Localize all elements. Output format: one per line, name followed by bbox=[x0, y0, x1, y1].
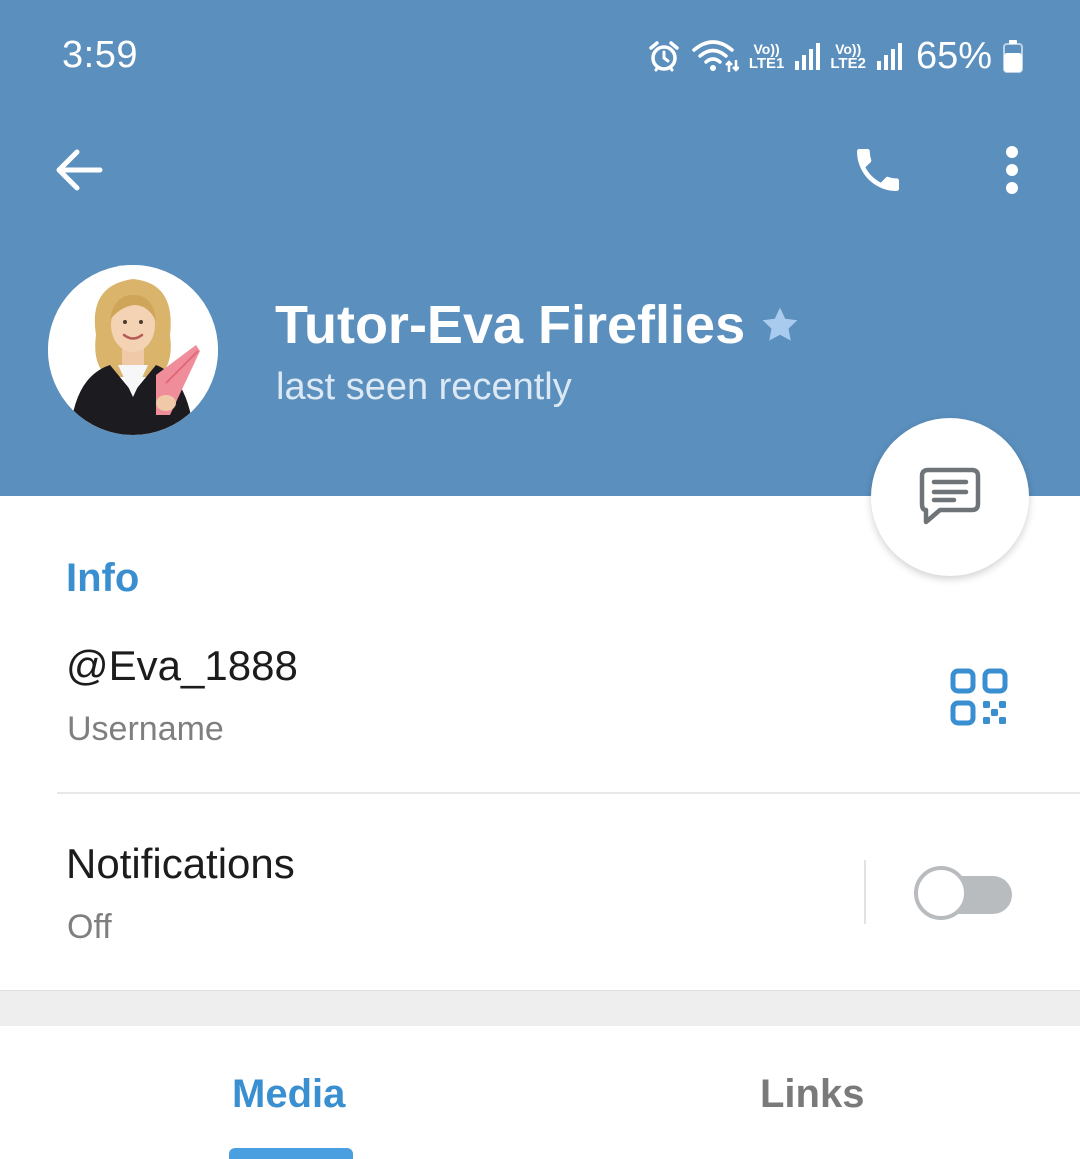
toggle-thumb bbox=[914, 866, 968, 920]
notifications-toggle[interactable] bbox=[914, 866, 1012, 920]
tab-media[interactable]: Media bbox=[232, 1072, 345, 1117]
qr-code-icon bbox=[950, 668, 1008, 726]
username-label: Username bbox=[67, 710, 224, 748]
alarm-icon bbox=[647, 39, 681, 73]
battery-icon bbox=[1002, 39, 1024, 73]
shared-media-tabs: Media Links bbox=[0, 1026, 1080, 1159]
back-arrow-icon bbox=[56, 149, 103, 191]
more-options-button[interactable] bbox=[990, 138, 1034, 202]
notifications-label[interactable]: Notifications bbox=[66, 840, 295, 888]
send-message-button[interactable] bbox=[871, 418, 1029, 576]
status-bar-icons: Vo)) LTE1 Vo)) LTE2 65% bbox=[637, 32, 1024, 80]
volte-sim1-icon: Vo)) LTE1 bbox=[748, 40, 785, 72]
username-value[interactable]: @Eva_1888 bbox=[66, 642, 298, 690]
star-icon[interactable] bbox=[759, 305, 801, 345]
volte-sim2-icon: Vo)) LTE2 bbox=[830, 40, 866, 72]
back-button[interactable] bbox=[48, 140, 108, 200]
avatar-photo bbox=[48, 265, 218, 435]
status-time: 3:59 bbox=[62, 34, 138, 76]
info-section-heading: Info bbox=[66, 556, 140, 600]
profile-name-row: Tutor-Eva Fireflies bbox=[275, 294, 801, 356]
row-divider bbox=[57, 792, 1080, 794]
signal-sim1-icon bbox=[794, 41, 821, 71]
active-tab-indicator bbox=[229, 1148, 353, 1159]
vertical-divider bbox=[864, 860, 866, 924]
wifi-icon bbox=[691, 38, 739, 74]
last-seen-status: last seen recently bbox=[276, 366, 572, 408]
battery-percent: 65% bbox=[915, 34, 992, 77]
avatar[interactable] bbox=[48, 265, 218, 435]
call-button[interactable] bbox=[846, 138, 910, 202]
phone-icon bbox=[857, 149, 899, 191]
profile-name: Tutor-Eva Fireflies bbox=[275, 295, 746, 355]
profile-header: 3:59 Vo)) LTE1 Vo)) LTE2 65% Tutor-Eva F… bbox=[0, 0, 1080, 496]
notifications-value: Off bbox=[67, 908, 112, 946]
qr-code-button[interactable] bbox=[950, 668, 1008, 726]
section-separator bbox=[0, 990, 1080, 1026]
more-vertical-icon bbox=[1006, 146, 1018, 194]
message-icon bbox=[919, 467, 981, 525]
signal-sim2-icon bbox=[876, 41, 902, 71]
tab-links[interactable]: Links bbox=[760, 1072, 864, 1117]
